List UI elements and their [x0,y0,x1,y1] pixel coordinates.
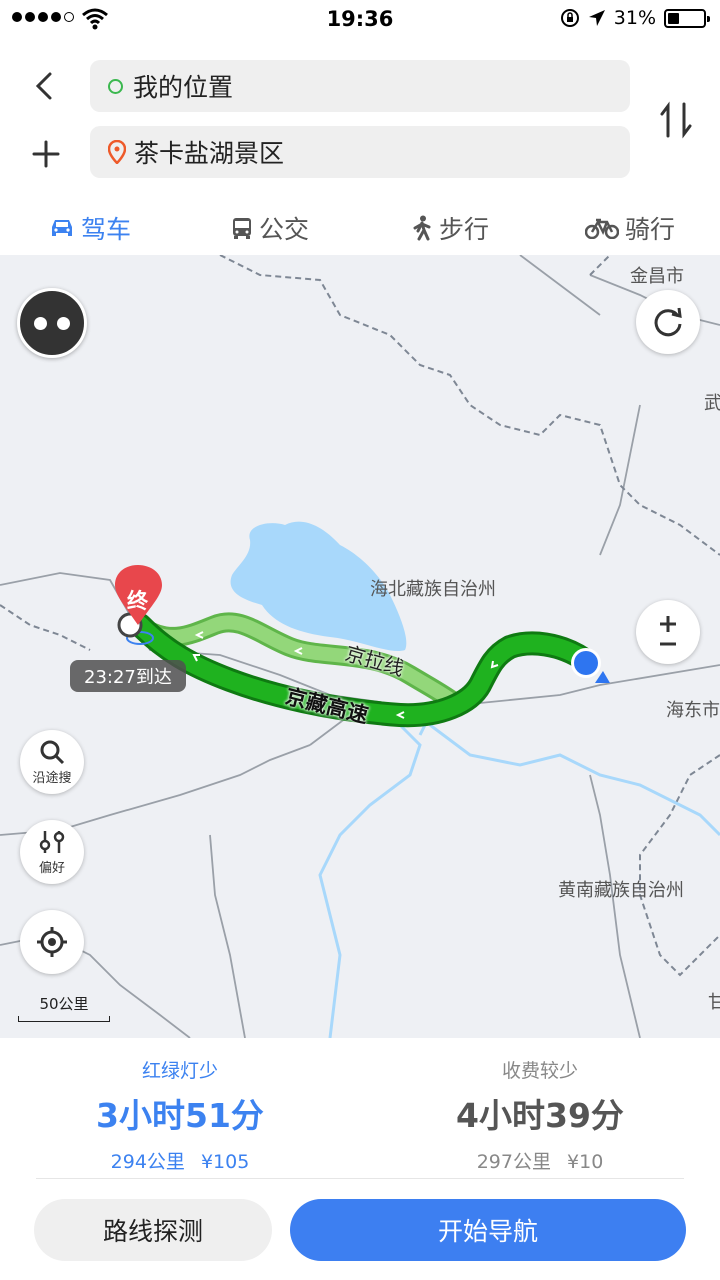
tab-label: 步行 [438,214,489,244]
locate-button[interactable] [20,910,84,974]
route-option-1[interactable]: 红绿灯少 3小时51分 294公里 ¥105 [30,1056,330,1174]
place-label-gan: 甘 [708,992,720,1013]
zoom-in-out-icon [660,616,676,646]
route-options-panel: 红绿灯少 3小时51分 294公里 ¥105 收费较少 4小时39分 297公里… [0,1038,720,1280]
route-tag: 收费较少 [501,1060,578,1082]
battery-percent: 31% [613,7,656,29]
route-toll: ¥10 [567,1151,604,1173]
car-icon [51,219,72,236]
divider [36,1178,684,1179]
start-dot-icon [108,78,123,94]
route-tag: 红绿灯少 [141,1060,218,1082]
route-meta: 294公里 ¥105 [30,1147,330,1174]
start-navigation-button[interactable]: 开始导航 [290,1199,686,1261]
tab-walk[interactable]: 步行 [360,200,540,255]
destination-field[interactable]: 茶卡盐湖景区 [90,126,630,178]
location-arrow-icon [588,10,605,26]
scale-bar [18,1016,110,1022]
eta-badge: 23:27到达 [70,660,186,692]
add-waypoint-button[interactable] [26,134,66,174]
along-search-button[interactable]: 沿途搜 [20,730,84,794]
orientation-lock-icon [560,9,579,27]
destination-pin-icon [108,140,126,164]
route-meta: 297公里 ¥10 [390,1147,690,1174]
refresh-button[interactable] [636,290,700,354]
along-search-label: 沿途搜 [32,770,72,786]
crosshair-icon [37,927,67,957]
avatar-button[interactable] [17,288,87,358]
place-label-wu: 武 [704,393,720,414]
route-toll: ¥105 [200,1151,250,1173]
map-scale: 50公里 [18,993,110,1022]
route-distance: 297公里 [476,1151,551,1173]
search-icon [40,740,65,764]
place-label-haibei: 海北藏族自治州 [370,579,496,600]
destination-text: 茶卡盐湖景区 [134,139,285,168]
tab-bike[interactable]: 骑行 [540,200,720,255]
route-search-header: 我的位置 茶卡盐湖景区 驾车 公交 步行 骑行 [0,40,720,255]
tab-label: 骑行 [624,214,675,244]
preference-button[interactable]: 偏好 [20,820,84,884]
place-label-jinchang: 金昌市 [630,266,684,287]
route-probe-button[interactable]: 路线探测 [34,1199,272,1261]
walk-icon [413,215,431,240]
battery-icon [664,8,710,28]
refresh-icon [654,307,682,337]
scale-label: 50公里 [39,995,89,1013]
tab-label: 公交 [258,214,309,244]
sliders-icon [39,830,65,853]
route-option-2[interactable]: 收费较少 4小时39分 297公里 ¥10 [390,1056,690,1174]
place-label-huangnan: 黄南藏族自治州 [558,880,684,901]
start-location-field[interactable]: 我的位置 [90,60,630,112]
swap-icon[interactable] [656,98,696,142]
tab-bus[interactable]: 公交 [180,200,360,255]
route-duration: 4小时39分 [456,1096,624,1135]
back-button[interactable] [26,68,62,104]
tab-label: 驾车 [80,214,131,244]
zoom-button[interactable] [636,600,700,664]
place-label-haidong: 海东市 [666,700,720,721]
destination-marker-label: 终 [127,589,148,613]
route-distance: 294公里 [110,1151,185,1173]
tab-drive[interactable]: 驾车 [0,200,180,255]
start-location-text: 我的位置 [133,73,234,102]
bus-icon [232,217,251,239]
status-bar: 19:36 31% [0,0,720,40]
route-duration: 3小时51分 [96,1096,264,1135]
transport-tabs: 驾车 公交 步行 骑行 [0,200,720,255]
map-view[interactable]: 终 京藏高速 京拉线 金昌市 武 海北藏族自治州 海东市 黄南藏族自治州 甘 2… [0,255,720,1038]
bike-icon [584,218,619,239]
preference-label: 偏好 [38,860,65,876]
